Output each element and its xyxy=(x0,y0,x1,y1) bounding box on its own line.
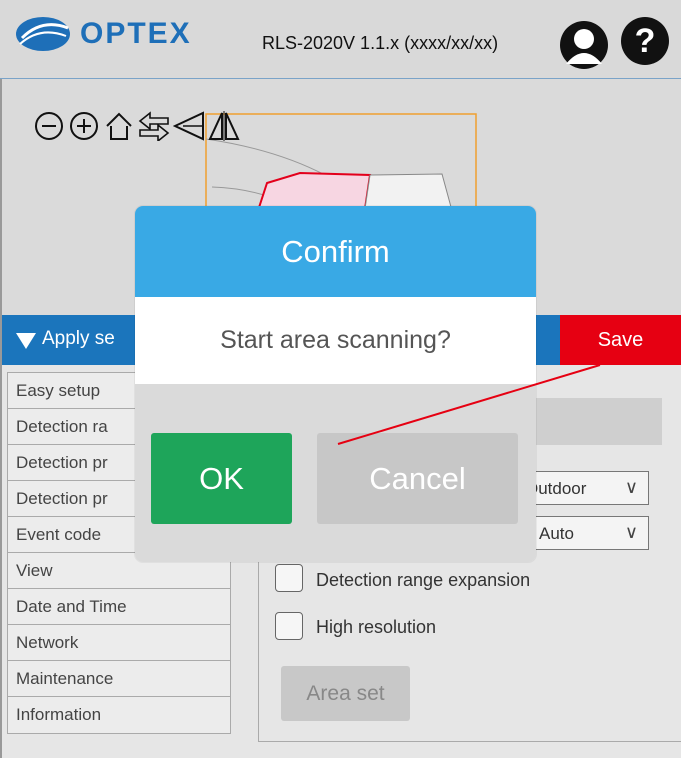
optex-swoosh-icon xyxy=(16,17,70,51)
user-icon[interactable] xyxy=(558,20,610,75)
map-toolbar xyxy=(32,109,240,142)
menu-item-network[interactable]: Network xyxy=(8,625,230,661)
menu-item-date-time[interactable]: Date and Time xyxy=(8,589,230,625)
ok-button[interactable]: OK xyxy=(151,433,292,524)
optex-logo: OPTEX xyxy=(14,14,192,54)
chevron-down-icon: ∨ xyxy=(624,522,638,542)
apply-settings-label: Apply se xyxy=(42,328,115,349)
device-version: RLS-2020V 1.1.x (xxxx/xx/xx) xyxy=(262,33,499,53)
svg-text:?: ? xyxy=(635,22,656,60)
high-resolution-checkbox[interactable] xyxy=(275,612,303,640)
brand-name: OPTEX xyxy=(80,17,192,50)
zoom-out-icon[interactable] xyxy=(32,109,65,142)
save-button[interactable]: Save xyxy=(560,315,681,365)
area-set-button[interactable]: Area set xyxy=(281,666,410,721)
menu-item-maintenance[interactable]: Maintenance xyxy=(8,661,230,697)
collapse-triangle-icon[interactable] xyxy=(16,333,36,349)
home-icon[interactable] xyxy=(102,109,135,142)
help-icon[interactable]: ? xyxy=(620,16,670,71)
flip-horizontal-icon[interactable] xyxy=(207,109,240,142)
zoom-in-icon[interactable] xyxy=(67,109,100,142)
dialog-title: Confirm xyxy=(135,206,536,297)
dialog-message: Start area scanning? xyxy=(135,297,536,384)
swap-icon[interactable] xyxy=(137,109,170,142)
header: OPTEX RLS-2020V 1.1.x (xxxx/xx/xx) ? xyxy=(0,0,681,79)
detection-range-expansion-label: Detection range expansion xyxy=(316,570,531,590)
detection-range-expansion-checkbox[interactable] xyxy=(275,564,303,592)
flip-vertical-icon[interactable] xyxy=(172,109,205,142)
mode-select-value: Auto xyxy=(539,524,574,543)
chevron-down-icon: ∨ xyxy=(624,477,638,497)
menu-item-information[interactable]: Information xyxy=(8,697,230,733)
cancel-button[interactable]: Cancel xyxy=(317,433,518,524)
high-resolution-label: High resolution xyxy=(316,617,437,637)
